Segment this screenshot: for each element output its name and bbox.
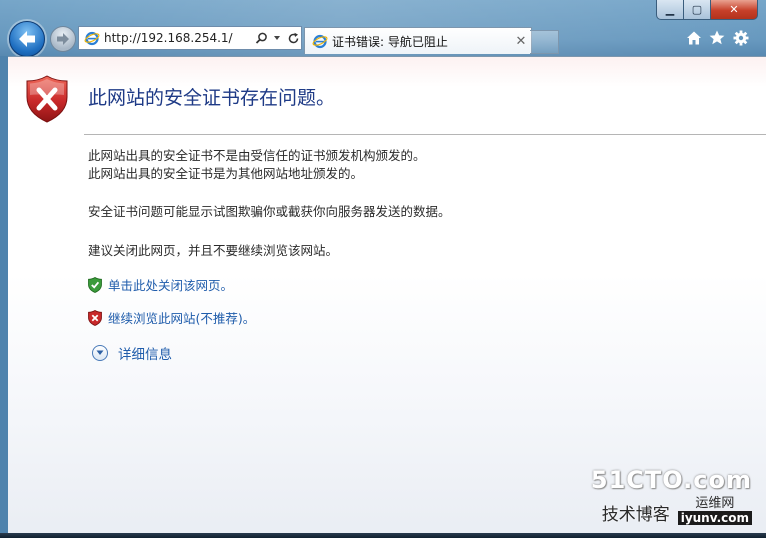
chevron-down-icon — [92, 345, 108, 361]
watermark-ops: 运维网 — [695, 496, 735, 511]
browser-window: ▁ ▢ ✕ http://192.168.254.1/ 证书错误: 导航已阻止 … — [0, 0, 766, 538]
shield-check-icon — [88, 276, 102, 293]
ie-icon — [84, 31, 100, 46]
watermark-domain: iyunv.com — [677, 511, 752, 525]
new-tab-button[interactable] — [530, 30, 559, 54]
shield-x-icon — [88, 309, 102, 326]
maximize-button[interactable]: ▢ — [684, 0, 711, 20]
warning-text: 安全证书问题可能显示试图欺骗你或截获你向服务器发送的数据。 — [88, 204, 451, 219]
forward-button[interactable] — [50, 26, 76, 52]
watermark-chinese: 技术博客 — [601, 505, 670, 525]
ie-icon — [312, 34, 328, 49]
page-title: 此网站的安全证书存在问题。 — [88, 87, 336, 109]
watermark-site: 运维网 iyunv.com — [677, 492, 752, 525]
tools-gear-icon[interactable] — [731, 28, 751, 48]
forward-arrow-icon — [57, 33, 69, 45]
continue-link[interactable]: 继续浏览此网站(不推荐)。 — [88, 308, 255, 327]
close-page-link[interactable]: 单击此处关闭该网页。 — [88, 275, 233, 294]
close-window-button[interactable]: ✕ — [711, 0, 758, 20]
search-button[interactable] — [253, 28, 269, 48]
back-button[interactable] — [9, 21, 45, 57]
address-bar[interactable]: http://192.168.254.1/ — [78, 26, 302, 50]
more-information-label[interactable]: 详细信息 — [118, 343, 172, 363]
watermark: 51CTO.com 技术博客 运维网 iyunv.com — [591, 466, 752, 525]
window-controls: ▁ ▢ ✕ — [656, 0, 758, 20]
page-content: 此网站的安全证书存在问题。 此网站出具的安全证书不是由受信任的证书颁发机构颁发的… — [8, 56, 766, 538]
more-information-toggle[interactable]: 详细信息 — [92, 343, 172, 363]
search-icon — [255, 32, 267, 44]
close-page-link-text[interactable]: 单击此处关闭该网页。 — [108, 275, 233, 294]
home-icon[interactable] — [684, 28, 704, 48]
divider — [84, 134, 766, 135]
shield-error-icon — [26, 75, 68, 123]
minimize-button[interactable]: ▁ — [656, 0, 684, 20]
watermark-brand: 51CTO.com — [590, 466, 752, 494]
reason-untrusted: 此网站出具的安全证书不是由受信任的证书颁发机构颁发的。 — [88, 148, 426, 163]
taskbar-edge — [0, 533, 766, 538]
address-url[interactable]: http://192.168.254.1/ — [104, 31, 253, 45]
refresh-icon — [288, 32, 298, 43]
reason-mismatch: 此网站出具的安全证书是为其他网站地址颁发的。 — [88, 166, 364, 181]
tab-close-button[interactable]: ✕ — [511, 34, 531, 49]
back-arrow-icon — [19, 31, 35, 47]
dropdown-button[interactable] — [269, 28, 285, 48]
watermark-subline: 技术博客 运维网 iyunv.com — [591, 492, 752, 525]
recommendation-text: 建议关闭此网页，并且不要继续浏览该网站。 — [88, 243, 339, 258]
favorites-star-icon[interactable] — [707, 28, 727, 48]
tab-certificate-error[interactable]: 证书错误: 导航已阻止 ✕ — [304, 27, 532, 54]
continue-link-text[interactable]: 继续浏览此网站(不推荐)。 — [108, 308, 255, 327]
chevron-down-icon — [274, 36, 280, 40]
refresh-button[interactable] — [285, 28, 301, 48]
tab-label: 证书错误: 导航已阻止 — [332, 34, 448, 49]
